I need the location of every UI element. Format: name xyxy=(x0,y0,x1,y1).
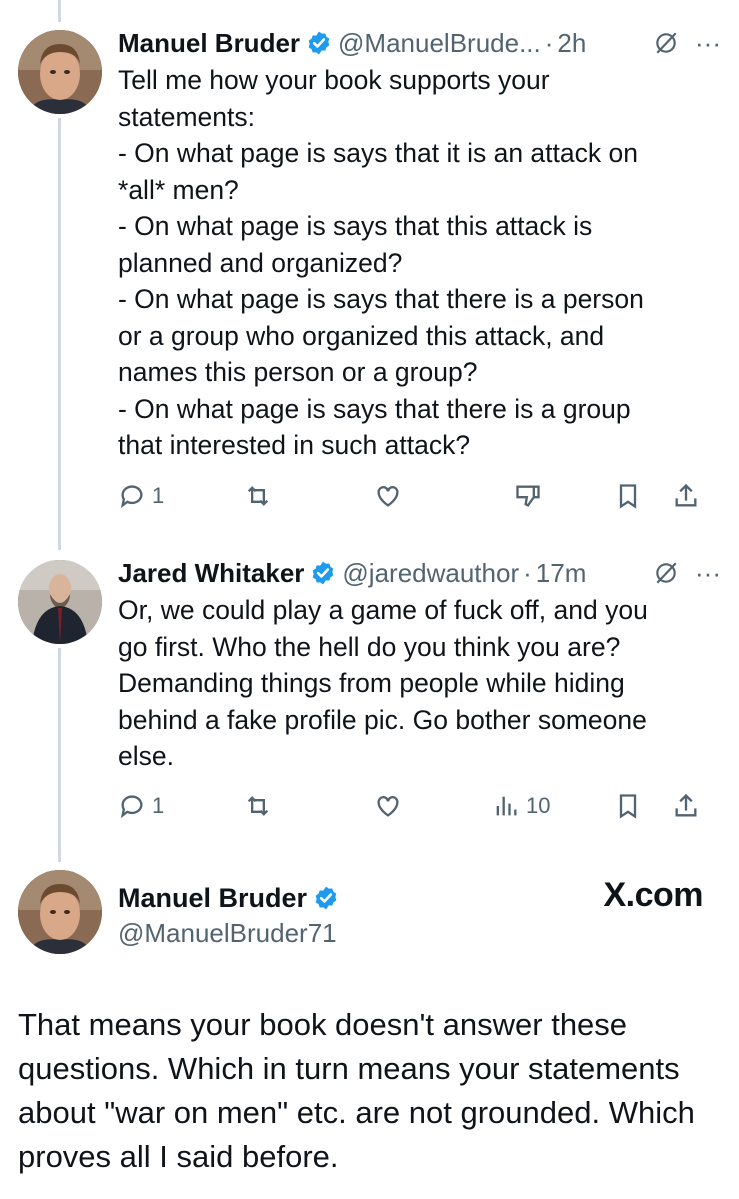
verified-badge-icon xyxy=(315,886,337,910)
bookmark-icon xyxy=(619,484,637,509)
downvote-button[interactable] xyxy=(514,482,614,510)
thread-line-2 xyxy=(58,648,61,862)
bookmark-icon xyxy=(619,794,637,819)
reply-icon xyxy=(120,795,143,819)
reply-count: 1 xyxy=(152,483,165,508)
views-icon xyxy=(496,796,517,816)
timestamp[interactable]: 2h xyxy=(557,28,586,59)
author-name[interactable]: Manuel Bruder xyxy=(118,28,300,59)
author-name[interactable]: Jared Whitaker xyxy=(118,558,304,589)
verified-badge-icon xyxy=(308,31,330,55)
tweet-header: Jared Whitaker @jaredwauthor · 17m ··· xyxy=(118,555,721,591)
share-icon xyxy=(675,483,697,507)
retweet-button[interactable] xyxy=(244,482,374,510)
avatar[interactable] xyxy=(18,30,102,114)
thread-line-top xyxy=(58,0,61,22)
avatar[interactable] xyxy=(18,870,102,954)
card-author: Manuel Bruder @ManuelBruder71 xyxy=(118,880,345,949)
site-logo: X.com xyxy=(603,876,703,914)
thread-line-1 xyxy=(58,118,61,550)
downvote-icon xyxy=(516,485,540,507)
retweet-icon xyxy=(247,796,269,816)
separator-dot: · xyxy=(523,557,532,588)
verified-badge-icon xyxy=(313,561,334,585)
reply-count: 1 xyxy=(152,793,165,818)
retweet-button[interactable] xyxy=(244,792,374,820)
author-handle[interactable]: @ManuelBrude... xyxy=(338,28,541,59)
author-name[interactable]: Manuel Bruder xyxy=(118,883,307,914)
tweet-header: Manuel Bruder @ManuelBrude... · 2h ··· xyxy=(118,25,721,61)
reply-button[interactable]: 1 xyxy=(118,482,244,510)
author-handle[interactable]: @jaredwauthor xyxy=(342,558,519,589)
more-icon[interactable]: ··· xyxy=(695,28,721,59)
action-bar: 1 xyxy=(118,476,721,516)
bookmark-button[interactable] xyxy=(614,792,672,820)
bookmark-button[interactable] xyxy=(614,482,672,510)
tweet-text: Or, we could play a game of fuck off, an… xyxy=(118,595,648,771)
reply-text: That means your book doesn't answer thes… xyxy=(18,1007,695,1174)
retweet-icon xyxy=(247,486,269,506)
avatar[interactable] xyxy=(18,560,102,644)
separator-dot: · xyxy=(544,27,554,58)
like-icon xyxy=(377,486,399,507)
like-icon xyxy=(377,796,399,817)
share-button[interactable] xyxy=(672,482,700,510)
timestamp[interactable]: 17m xyxy=(536,558,587,589)
reply-button[interactable]: 1 xyxy=(118,792,244,820)
action-bar: 1 10 xyxy=(118,786,721,826)
share-icon xyxy=(675,793,697,817)
grok-icon[interactable] xyxy=(653,30,679,56)
more-icon[interactable]: ··· xyxy=(695,558,721,589)
reply-icon xyxy=(120,485,143,509)
tweet-text: Tell me how your book supports your stat… xyxy=(118,65,644,460)
views-count: 10 xyxy=(526,793,551,818)
like-button[interactable] xyxy=(374,482,514,510)
grok-icon[interactable] xyxy=(653,560,679,586)
share-button[interactable] xyxy=(672,792,700,820)
views-button[interactable]: 10 xyxy=(492,792,614,820)
author-handle[interactable]: @ManuelBruder71 xyxy=(118,918,345,949)
like-button[interactable] xyxy=(374,792,492,820)
